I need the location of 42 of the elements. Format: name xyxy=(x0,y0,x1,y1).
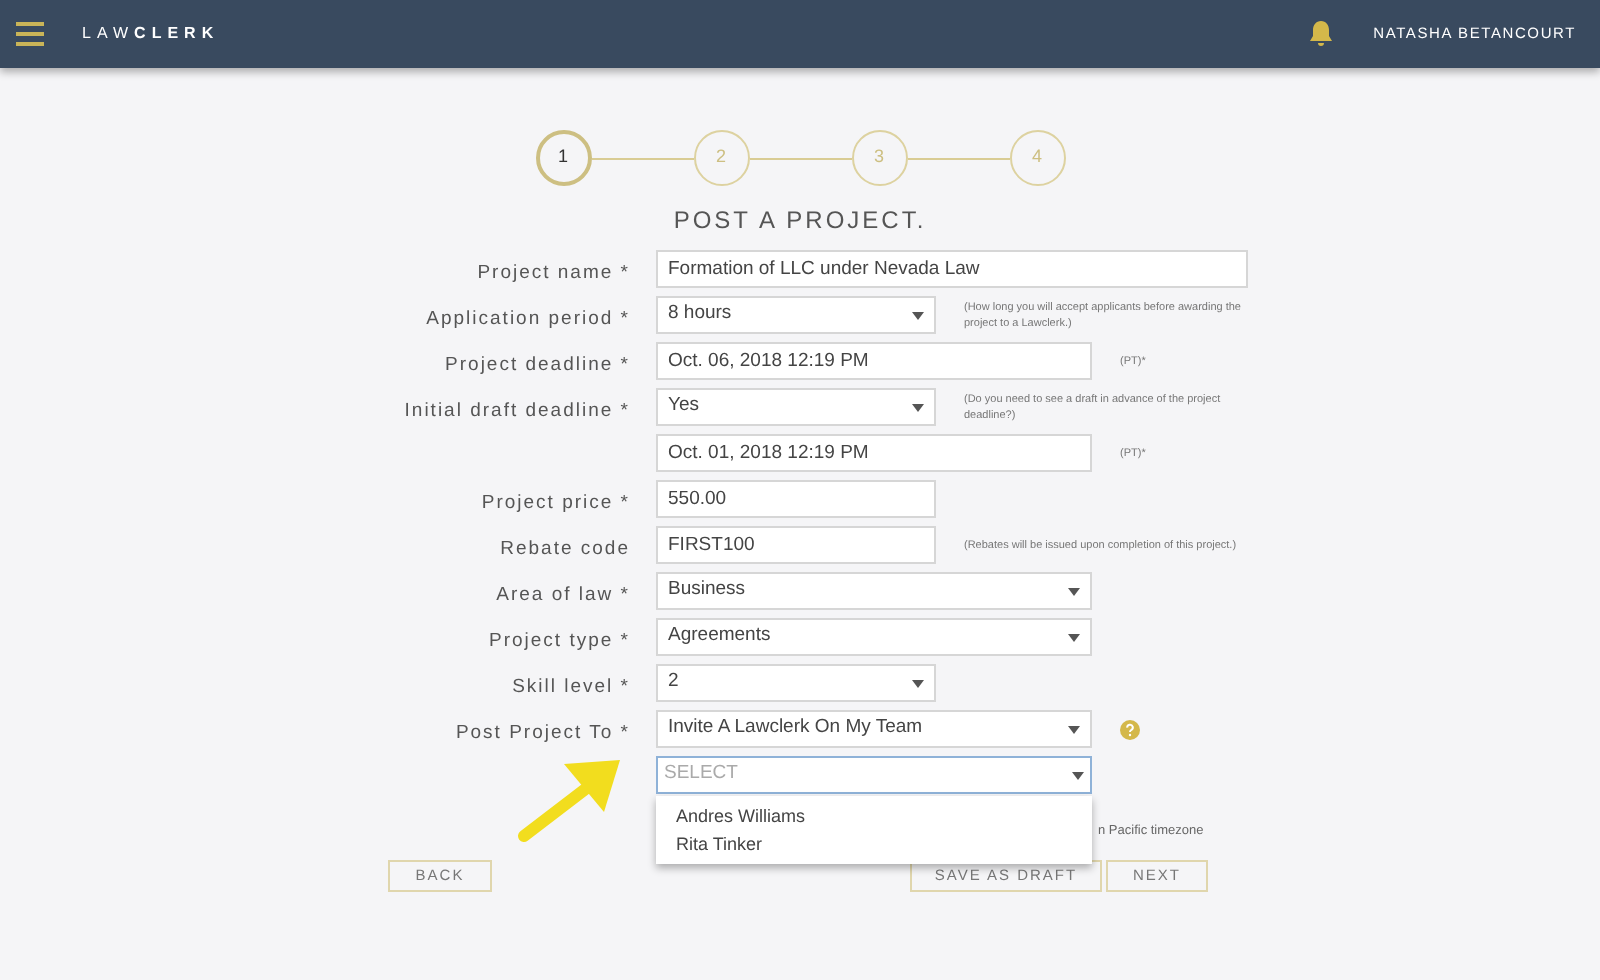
input-field[interactable]: Oct. 06, 2018 12:19 PM xyxy=(656,342,1092,380)
field-label: Application period * xyxy=(426,307,630,329)
dropdown-field[interactable]: Business xyxy=(656,572,1092,610)
dropdown-field[interactable]: Yes xyxy=(656,388,936,426)
field-label: Area of law * xyxy=(496,583,630,605)
field-label: Project type * xyxy=(489,629,630,651)
bell-icon[interactable] xyxy=(1307,20,1334,48)
dropdown-option[interactable]: Andres Williams xyxy=(656,802,1092,830)
field-label: Rebate code xyxy=(500,537,630,559)
menu-icon[interactable] xyxy=(16,22,44,46)
input-field[interactable]: FIRST100 xyxy=(656,526,936,564)
logo: LAW CLERK xyxy=(82,22,220,46)
caret-icon xyxy=(1068,633,1080,641)
dropdown-field[interactable]: 8 hours xyxy=(656,296,936,334)
dropdown-option[interactable]: Rita Tinker xyxy=(656,830,1092,858)
caret-icon xyxy=(912,311,924,319)
select-value: 8 hours xyxy=(668,300,732,329)
select-placeholder: SELECT xyxy=(664,760,738,789)
input-field[interactable]: 550.00 xyxy=(656,480,936,518)
field-label: Project deadline * xyxy=(445,353,630,375)
arrow-icon xyxy=(516,756,624,844)
input-field[interactable]: Formation of LLC under Nevada Law xyxy=(656,250,1248,288)
caret-icon xyxy=(912,679,924,687)
select-value: Agreements xyxy=(668,622,771,651)
caret-icon xyxy=(912,403,924,411)
field-label: Project name * xyxy=(477,261,630,283)
dropdown-field[interactable]: Agreements xyxy=(656,618,1092,656)
field-label: Initial draft deadline * xyxy=(404,399,630,421)
field-label: Skill level * xyxy=(512,675,630,697)
dropdown-field[interactable]: Invite A Lawclerk On My Team xyxy=(656,710,1092,748)
caret-icon xyxy=(1068,725,1080,733)
input-field[interactable]: Oct. 01, 2018 12:19 PM xyxy=(656,434,1092,472)
page-title: POST A PROJECT. xyxy=(671,204,929,238)
select-value: 2 xyxy=(668,668,679,697)
select-value: Invite A Lawclerk On My Team xyxy=(668,714,923,743)
select-value: Business xyxy=(668,576,746,605)
dropdown-field[interactable]: 2 xyxy=(656,664,936,702)
caret-icon xyxy=(1068,587,1080,595)
select-value: Yes xyxy=(668,392,699,421)
field-label: Post Project To * xyxy=(455,721,630,743)
caret-icon xyxy=(1072,771,1084,779)
field-label: Project price * xyxy=(481,491,630,513)
